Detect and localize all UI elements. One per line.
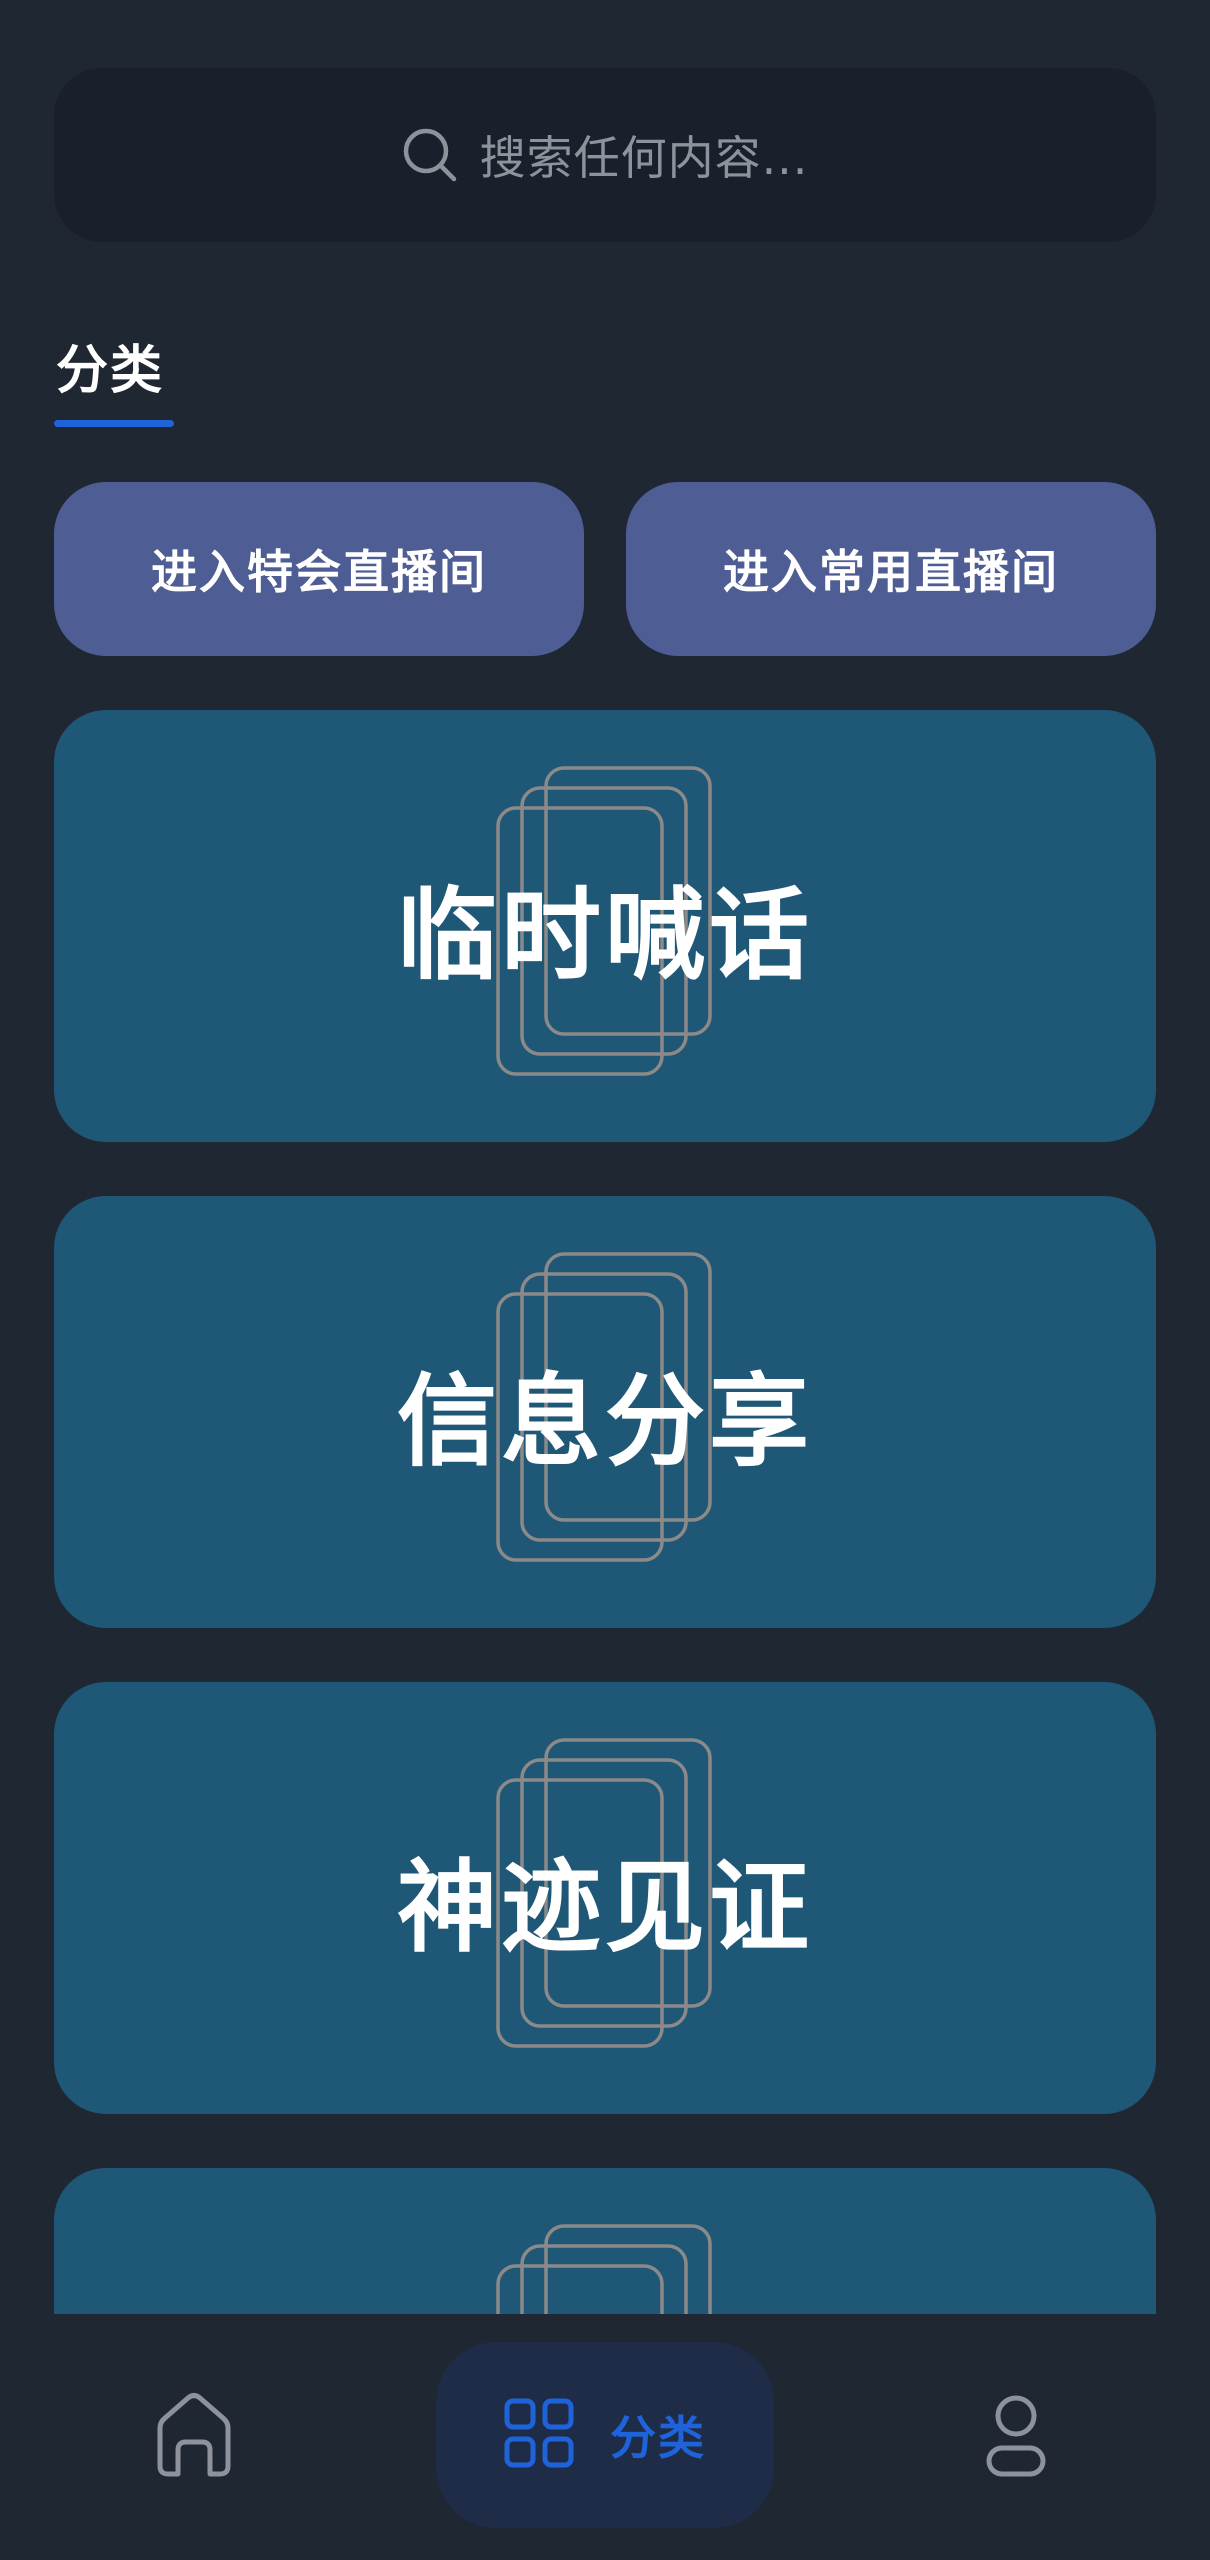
enter-common-live-room-button[interactable]: 进入常用直播间 <box>626 482 1156 656</box>
nav-category-label: 分类 <box>610 2411 706 2465</box>
category-card[interactable]: 神迹见证 <box>54 1682 1156 2114</box>
category-card-label: 临时喊话 <box>397 876 813 994</box>
nav-category-button[interactable]: 分类 <box>436 2342 774 2528</box>
nav-home-button[interactable] <box>152 2390 236 2480</box>
search-icon <box>402 127 458 183</box>
section-title-underline <box>54 420 174 427</box>
category-card-label: 神迹见证 <box>397 1848 813 1966</box>
user-icon <box>986 2395 1046 2477</box>
category-card-label <box>54 2168 1156 2314</box>
home-icon <box>157 2393 231 2477</box>
search-input[interactable]: 搜索任何内容... <box>480 122 809 188</box>
category-card[interactable] <box>54 2168 1156 2314</box>
category-card-label: 信息分享 <box>397 1362 813 1480</box>
enter-special-live-room-button[interactable]: 进入特会直播间 <box>54 482 584 656</box>
nav-profile-button[interactable] <box>984 2392 1048 2482</box>
scroll-content[interactable]: 搜索任何内容... 分类 进入特会直播间 进入常用直播间 临时喊话 信息分享 神… <box>0 0 1210 2314</box>
category-card[interactable]: 信息分享 <box>54 1196 1156 1628</box>
grid-icon <box>504 2398 574 2472</box>
search-bar[interactable]: 搜索任何内容... <box>54 68 1156 242</box>
section-title: 分类 <box>56 341 165 401</box>
category-card[interactable]: 临时喊话 <box>54 710 1156 1142</box>
